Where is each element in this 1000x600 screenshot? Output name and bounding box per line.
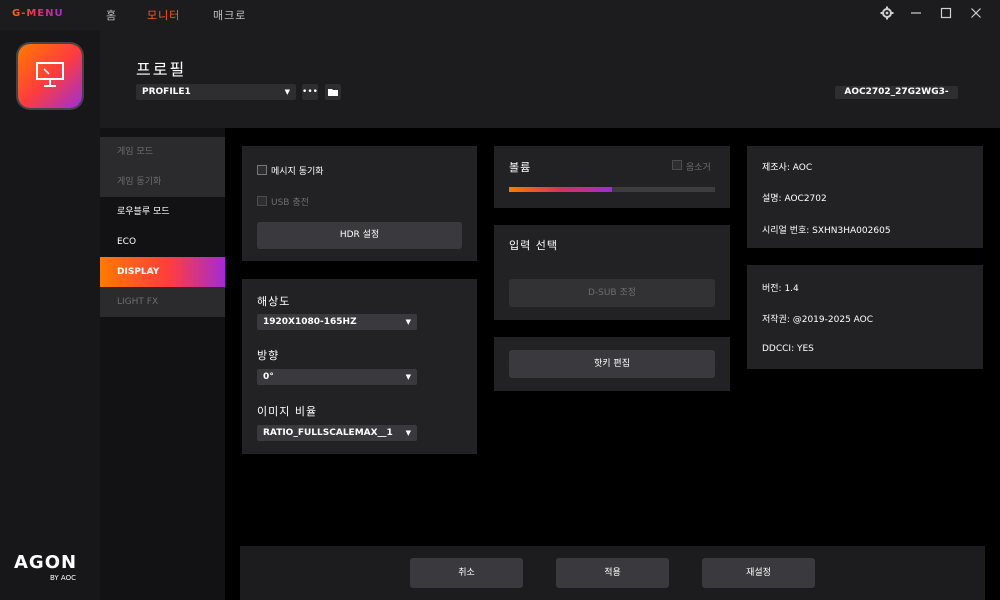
cancel-button[interactable]: 취소 xyxy=(410,558,523,588)
aspect-ratio-value: RATIO_FULLSCALEMAX__1 xyxy=(263,428,393,438)
display-card: 해상도 1920X1080-165HZ ▼ 방향 0° ▼ 이미지 비율 RAT… xyxy=(242,279,477,454)
sidebar-item-game-mode: 게임 모드 xyxy=(100,137,225,167)
usb-charge-checkbox xyxy=(257,196,267,206)
resolution-label: 해상도 xyxy=(257,295,291,308)
resolution-value: 1920X1080-165HZ xyxy=(263,317,357,327)
chevron-down-icon: ▼ xyxy=(405,318,411,326)
device-info-card: 제조사: AOC 설명: AOC2702 시리얼 번호: SXHN3HA0026… xyxy=(747,146,983,248)
input-select-card: 입력 선택 D-SUB 조정 xyxy=(494,225,730,320)
sidebar-item-game-sync: 게임 동기화 xyxy=(100,167,225,197)
hotkey-edit-button[interactable]: 핫키 편집 xyxy=(509,350,715,378)
action-bar: 취소 적용 재설정 xyxy=(240,546,985,600)
apply-button[interactable]: 적용 xyxy=(556,558,669,588)
input-select-label: 입력 선택 xyxy=(509,239,558,252)
left-rail xyxy=(0,30,100,600)
chevron-down-icon: ▼ xyxy=(284,88,290,96)
volume-slider-fill xyxy=(509,187,612,192)
hdr-settings-button[interactable]: HDR 설정 xyxy=(257,222,462,249)
dsub-adjust-button: D-SUB 조정 xyxy=(509,279,715,307)
resolution-dropdown[interactable]: 1920X1080-165HZ ▼ xyxy=(257,314,417,330)
tab-monitor[interactable]: 모니터 xyxy=(147,7,180,23)
minimize-icon[interactable] xyxy=(907,6,925,24)
app-window: G-MENU 홈 모니터 매크로 AGON BY AOC 프로필 PROFILE… xyxy=(0,0,1000,600)
usb-charge-label: USB 충전 xyxy=(271,198,309,208)
sidebar-item-light-fx: LIGHT FX xyxy=(100,287,225,317)
maximize-icon[interactable] xyxy=(937,6,955,24)
sync-card: 메시지 동기화 USB 충전 HDR 설정 xyxy=(242,146,477,261)
chevron-down-icon: ▼ xyxy=(405,373,411,381)
profile-dropdown-value: PROFILE1 xyxy=(142,87,191,97)
copyright-text: 저작권: @2019-2025 AOC xyxy=(762,315,874,325)
tab-macro[interactable]: 매크로 xyxy=(213,7,246,23)
manufacturer-text: 제조사: AOC xyxy=(762,163,813,173)
sidebar-item-display[interactable]: DISPLAY xyxy=(100,257,225,287)
profile-dropdown[interactable]: PROFILE1 ▼ xyxy=(136,84,296,100)
close-icon[interactable] xyxy=(967,6,985,24)
more-icon[interactable]: ••• xyxy=(302,84,318,100)
gear-icon[interactable] xyxy=(878,6,896,24)
aspect-ratio-label: 이미지 비율 xyxy=(257,405,318,418)
mute-label: 음소거 xyxy=(686,163,711,173)
sidebar-item-eco[interactable]: ECO xyxy=(100,227,225,257)
chevron-down-icon: ▼ xyxy=(405,429,411,437)
message-sync-label: 메시지 동기화 xyxy=(271,167,324,177)
serial-text: 시리얼 번호: SXHN3HA002605 xyxy=(762,226,891,236)
monitor-id-badge: AOC2702_27G2WG3- xyxy=(835,86,958,99)
profile-header: 프로필 PROFILE1 ▼ ••• AOC2702_27G2WG3- xyxy=(100,30,1000,128)
main-panel: 메시지 동기화 USB 충전 HDR 설정 해상도 1920X1080-165H… xyxy=(225,128,1000,600)
tab-home[interactable]: 홈 xyxy=(106,7,117,23)
aspect-ratio-dropdown[interactable]: RATIO_FULLSCALEMAX__1 ▼ xyxy=(257,425,417,441)
mute-checkbox xyxy=(672,160,682,170)
description-text: 설명: AOC2702 xyxy=(762,194,827,204)
profile-title: 프로필 xyxy=(136,60,187,79)
message-sync-checkbox[interactable] xyxy=(257,165,267,175)
ddcci-text: DDCCI: YES xyxy=(762,344,814,354)
hotkey-card: 핫키 편집 xyxy=(494,337,730,391)
direction-dropdown[interactable]: 0° ▼ xyxy=(257,369,417,385)
settings-sidebar: 게임 모드 게임 동기화 로우블루 모드 ECO DISPLAY LIGHT F… xyxy=(100,128,225,600)
title-bar: G-MENU 홈 모니터 매크로 xyxy=(0,0,1000,30)
monitor-app-icon[interactable] xyxy=(18,44,82,108)
direction-label: 방향 xyxy=(257,349,280,362)
reset-button[interactable]: 재설정 xyxy=(702,558,815,588)
volume-label: 볼륨 xyxy=(509,161,532,174)
version-card: 버전: 1.4 저작권: @2019-2025 AOC DDCCI: YES xyxy=(747,265,983,369)
version-text: 버전: 1.4 xyxy=(762,284,799,294)
folder-icon[interactable] xyxy=(325,84,341,100)
app-logo: G-MENU xyxy=(12,8,64,19)
agon-logo: AGON xyxy=(14,552,78,573)
volume-slider[interactable] xyxy=(509,187,715,192)
direction-value: 0° xyxy=(263,372,274,382)
aoc-logo: BY AOC xyxy=(50,574,76,582)
sidebar-item-low-blue[interactable]: 로우블루 모드 xyxy=(100,197,225,227)
volume-card: 볼륨 음소거 xyxy=(494,146,730,208)
